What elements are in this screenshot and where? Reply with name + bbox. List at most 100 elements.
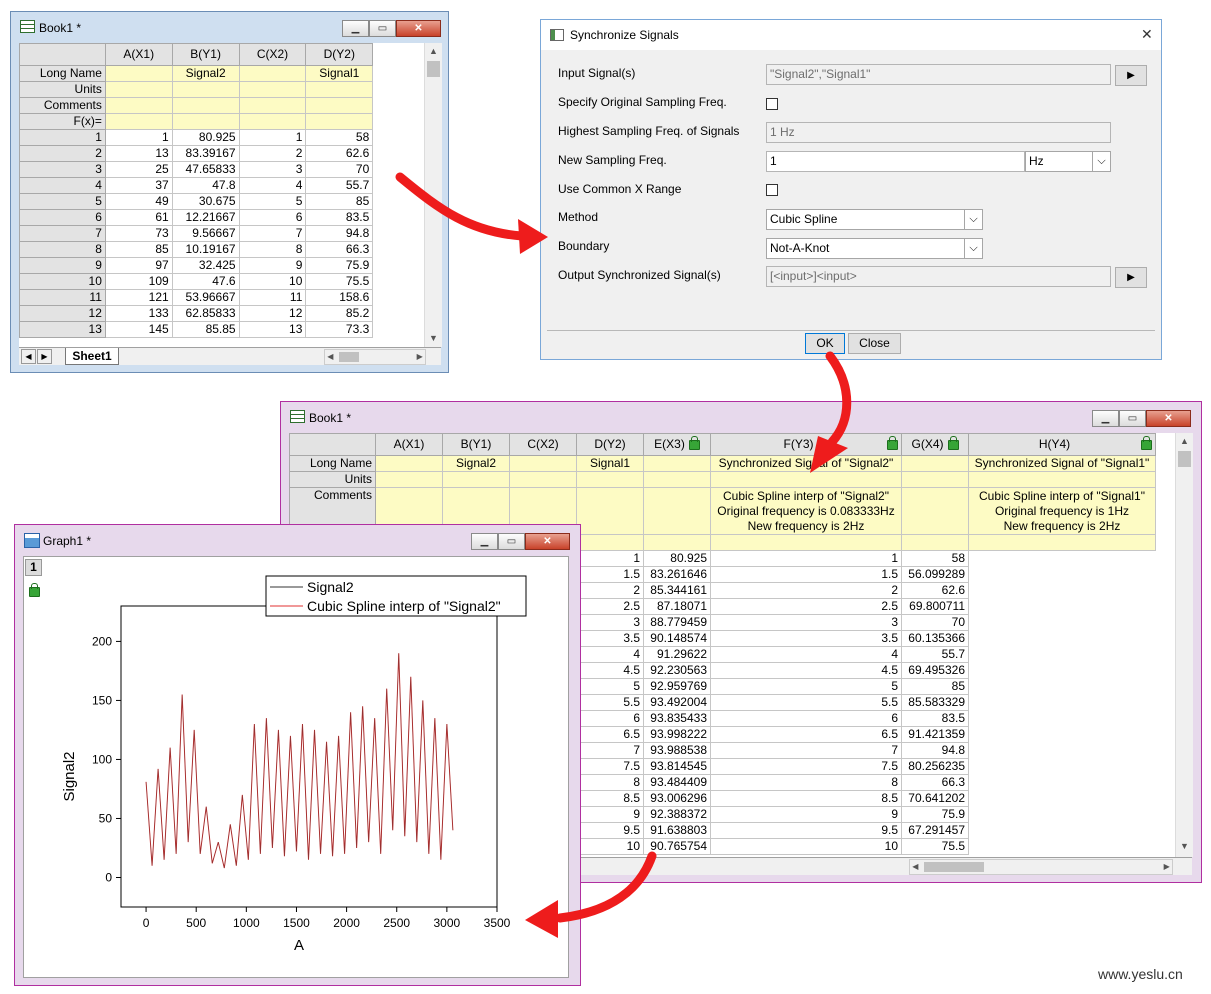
specify-freq-checkbox[interactable] [766, 98, 778, 110]
long-name-cell[interactable]: Signal2 [171, 65, 240, 82]
data-cell[interactable]: 85.2 [305, 305, 374, 322]
data-cell[interactable]: 55.7 [305, 177, 374, 194]
column-header[interactable]: G(X4) [901, 433, 969, 456]
column-header[interactable]: B(Y1) [442, 433, 510, 456]
minimize-button[interactable]: ▁ [342, 20, 369, 37]
data-cell[interactable]: 7.5 [576, 758, 644, 775]
units-cell[interactable] [901, 471, 969, 488]
data-cell[interactable]: 93.835433 [643, 710, 711, 727]
row-header[interactable]: 3 [19, 161, 106, 178]
data-cell[interactable]: 66.3 [901, 774, 969, 791]
new-freq-input[interactable]: 1 [766, 151, 1025, 172]
data-cell[interactable]: 91.29622 [643, 646, 711, 663]
data-cell[interactable]: 4 [576, 646, 644, 663]
boundary-select[interactable]: Not-A-Knot ⌵ [766, 238, 983, 259]
row-label-long-name[interactable]: Long Name [289, 455, 376, 472]
row-label-units[interactable]: Units [289, 471, 376, 488]
units-cell[interactable] [238, 81, 307, 98]
data-cell[interactable]: 8.5 [576, 790, 644, 807]
data-cell[interactable]: 58 [901, 550, 969, 567]
data-cell[interactable]: 58 [305, 129, 374, 146]
data-cell[interactable]: 7 [238, 225, 307, 242]
data-cell[interactable]: 133 [104, 305, 173, 322]
fx-cell[interactable] [104, 113, 173, 130]
data-cell[interactable]: 47.6 [171, 273, 240, 290]
data-cell[interactable]: 55.7 [901, 646, 969, 663]
data-cell[interactable]: 49 [104, 193, 173, 210]
data-cell[interactable]: 3 [576, 614, 644, 631]
data-cell[interactable]: 90.148574 [643, 630, 711, 647]
data-cell[interactable]: 61 [104, 209, 173, 226]
data-cell[interactable]: 62.85833 [171, 305, 240, 322]
long-name-cell[interactable]: Synchronized Signal of "Signal2" [710, 455, 902, 472]
fx-cell[interactable] [238, 113, 307, 130]
data-cell[interactable]: 145 [104, 321, 173, 338]
close-button[interactable]: ✕ [1146, 410, 1191, 427]
data-cell[interactable]: 93.988538 [643, 742, 711, 759]
maximize-button[interactable]: ▭ [1119, 410, 1146, 427]
data-cell[interactable]: 75.9 [901, 806, 969, 823]
column-header[interactable]: H(Y4) [968, 433, 1156, 456]
close-button[interactable]: ✕ [396, 20, 441, 37]
data-cell[interactable]: 1 [710, 550, 902, 567]
long-name-cell[interactable] [643, 455, 711, 472]
scroll-up-arrow[interactable]: ▲ [1176, 433, 1193, 450]
maximize-button[interactable]: ▭ [498, 533, 525, 550]
data-cell[interactable]: 4 [710, 646, 902, 663]
data-cell[interactable]: 60.135366 [901, 630, 969, 647]
data-cell[interactable]: 2 [576, 582, 644, 599]
data-cell[interactable]: 2 [238, 145, 307, 162]
long-name-cell[interactable] [238, 65, 307, 82]
data-cell[interactable]: 91.638803 [643, 822, 711, 839]
data-cell[interactable]: 70.641202 [901, 790, 969, 807]
data-cell[interactable]: 67.291457 [901, 822, 969, 839]
column-header[interactable]: A(X1) [104, 43, 173, 66]
chevron-down-icon[interactable]: ⌵ [964, 239, 982, 258]
data-cell[interactable]: 6 [576, 710, 644, 727]
data-cell[interactable]: 73.3 [305, 321, 374, 338]
data-cell[interactable]: 13 [104, 145, 173, 162]
data-cell[interactable]: 9 [710, 806, 902, 823]
data-cell[interactable]: 75.5 [305, 273, 374, 290]
data-cell[interactable]: 92.388372 [643, 806, 711, 823]
long-name-cell[interactable] [375, 455, 443, 472]
comments-cell[interactable] [104, 97, 173, 114]
data-cell[interactable]: 1 [104, 129, 173, 146]
data-cell[interactable]: 93.484409 [643, 774, 711, 791]
data-cell[interactable]: 9 [576, 806, 644, 823]
data-cell[interactable]: 4.5 [576, 662, 644, 679]
new-freq-unit-select[interactable]: Hz ⌵ [1025, 151, 1111, 172]
data-cell[interactable]: 85 [901, 678, 969, 695]
units-cell[interactable] [375, 471, 443, 488]
data-cell[interactable]: 121 [104, 289, 173, 306]
data-cell[interactable]: 47.8 [171, 177, 240, 194]
sheet-tab[interactable]: Sheet1 [65, 348, 119, 365]
output-field[interactable]: [<input>]<input> [766, 266, 1111, 287]
column-header[interactable]: D(Y2) [576, 433, 644, 456]
row-header[interactable]: 13 [19, 321, 106, 338]
input-signals-field[interactable]: "Signal2","Signal1" [766, 64, 1111, 85]
data-cell[interactable]: 85 [305, 193, 374, 210]
worksheet-grid[interactable]: A(X1) B(Y1) C(X2) D(Y2) Long Name Signal… [19, 43, 424, 347]
data-cell[interactable]: 2.5 [576, 598, 644, 615]
scroll-down-arrow[interactable]: ▼ [425, 330, 442, 347]
long-name-cell[interactable]: Signal1 [576, 455, 644, 472]
chevron-down-icon[interactable]: ⌵ [1092, 152, 1110, 171]
long-name-cell[interactable] [509, 455, 577, 472]
row-header[interactable]: 5 [19, 193, 106, 210]
row-header[interactable]: 6 [19, 209, 106, 226]
comments-cell[interactable] [901, 487, 969, 535]
fx-cell[interactable] [171, 113, 240, 130]
row-header[interactable]: 7 [19, 225, 106, 242]
common-x-checkbox[interactable] [766, 184, 778, 196]
vertical-scrollbar[interactable]: ▲ ▼ [424, 43, 442, 347]
data-cell[interactable]: 1.5 [576, 566, 644, 583]
data-cell[interactable]: 30.675 [171, 193, 240, 210]
units-cell[interactable] [442, 471, 510, 488]
data-cell[interactable]: 8 [238, 241, 307, 258]
row-label-long-name[interactable]: Long Name [19, 65, 106, 82]
units-cell[interactable] [305, 81, 374, 98]
data-cell[interactable]: 5 [238, 193, 307, 210]
units-cell[interactable] [509, 471, 577, 488]
data-cell[interactable]: 10 [238, 273, 307, 290]
